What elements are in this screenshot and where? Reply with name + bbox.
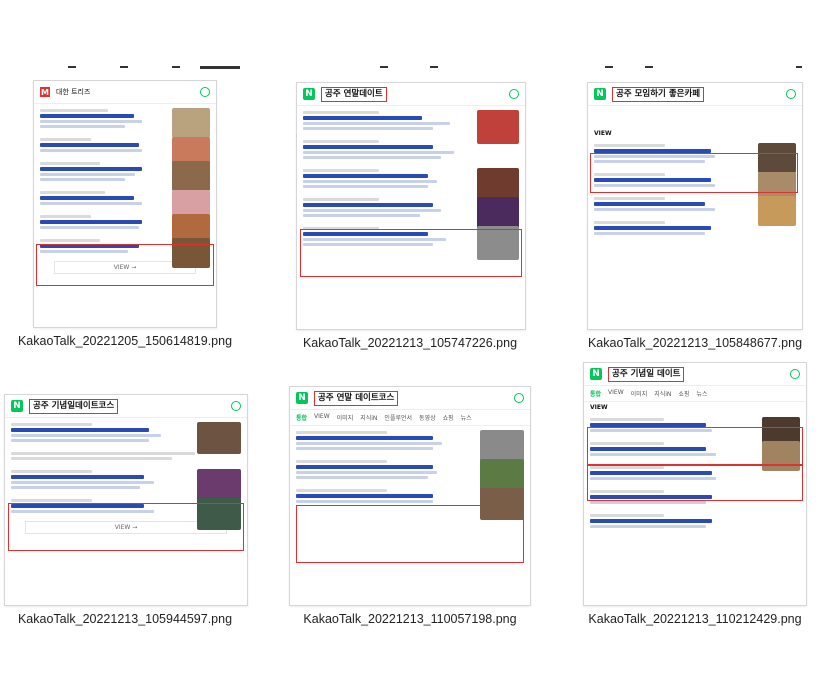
search-icon <box>509 89 519 99</box>
file-thumbnail[interactable]: N 공주 기념일데이트코스 VIEW → <box>4 394 248 606</box>
search-header: N 공주 연말데이트 <box>297 83 525 106</box>
cut-text <box>172 66 180 68</box>
search-query: 공주 모임하기 좋은카페 <box>612 86 705 102</box>
search-header: N 공주 기념일 데이트 <box>584 363 806 386</box>
search-header: M 대한 트리즈 <box>34 81 216 104</box>
search-icon <box>514 393 524 403</box>
search-icon <box>786 89 796 99</box>
file-thumbnail[interactable]: M 대한 트리즈 VIEW → <box>33 80 217 328</box>
search-query: 공주 기념일 데이트 <box>608 366 685 382</box>
cut-text <box>605 66 613 68</box>
search-tabs: 통합 VIEW 이미지 지식iN 쇼핑 뉴스 <box>584 386 806 402</box>
highlight-box <box>300 229 522 277</box>
file-name[interactable]: KakaoTalk_20221213_105747226.png <box>285 336 535 350</box>
highlight-box <box>587 427 803 465</box>
cut-text <box>380 66 388 68</box>
cut-text <box>645 66 653 68</box>
highlight-box <box>296 505 524 563</box>
file-thumbnail[interactable]: N 공주 연말데이트 <box>296 82 526 330</box>
search-icon <box>200 87 210 97</box>
file-thumbnail[interactable]: N 공주 모임하기 좋은카페 VIEW <box>587 82 803 330</box>
m-logo-icon: M <box>40 87 50 97</box>
cut-text <box>200 66 240 69</box>
highlight-box <box>8 503 244 551</box>
file-thumbnail[interactable]: N 공주 기념일 데이트 통합 VIEW 이미지 지식iN 쇼핑 뉴스 VIEW <box>583 362 807 606</box>
naver-logo-icon: N <box>296 392 308 404</box>
naver-logo-icon: N <box>11 400 23 412</box>
highlight-box <box>587 465 803 501</box>
search-icon <box>231 401 241 411</box>
search-query: 공주 연말 데이트코스 <box>314 390 399 406</box>
cut-text <box>430 66 438 68</box>
file-name[interactable]: KakaoTalk_20221213_110212429.png <box>570 612 820 626</box>
search-icon <box>790 369 800 379</box>
search-header: N 공주 기념일데이트코스 <box>5 395 247 418</box>
search-query: 공주 기념일데이트코스 <box>29 398 119 414</box>
naver-logo-icon: N <box>303 88 315 100</box>
file-name[interactable]: KakaoTalk_20221213_110057198.png <box>285 612 535 626</box>
search-header: N 공주 모임하기 좋은카페 <box>588 83 802 106</box>
search-header: N 공주 연말 데이트코스 <box>290 387 530 410</box>
search-query: 공주 연말데이트 <box>321 86 387 102</box>
cut-text <box>68 66 76 68</box>
cut-text <box>796 66 802 68</box>
file-name[interactable]: KakaoTalk_20221213_105944597.png <box>0 612 250 626</box>
search-query: 대한 트리즈 <box>56 88 91 96</box>
file-name[interactable]: KakaoTalk_20221205_150614819.png <box>0 334 250 348</box>
file-name[interactable]: KakaoTalk_20221213_105848677.png <box>570 336 820 350</box>
naver-logo-icon: N <box>590 368 602 380</box>
naver-logo-icon: N <box>594 88 606 100</box>
highlight-box <box>590 153 798 193</box>
search-tabs: 통합 VIEW 이미지 지식iN 인플루언서 동영상 쇼핑 뉴스 <box>290 410 530 426</box>
highlight-box <box>36 244 214 286</box>
file-thumbnail[interactable]: N 공주 연말 데이트코스 통합 VIEW 이미지 지식iN 인플루언서 동영상 쇼핑 뉴스 <box>289 386 531 606</box>
cut-text <box>120 66 128 68</box>
